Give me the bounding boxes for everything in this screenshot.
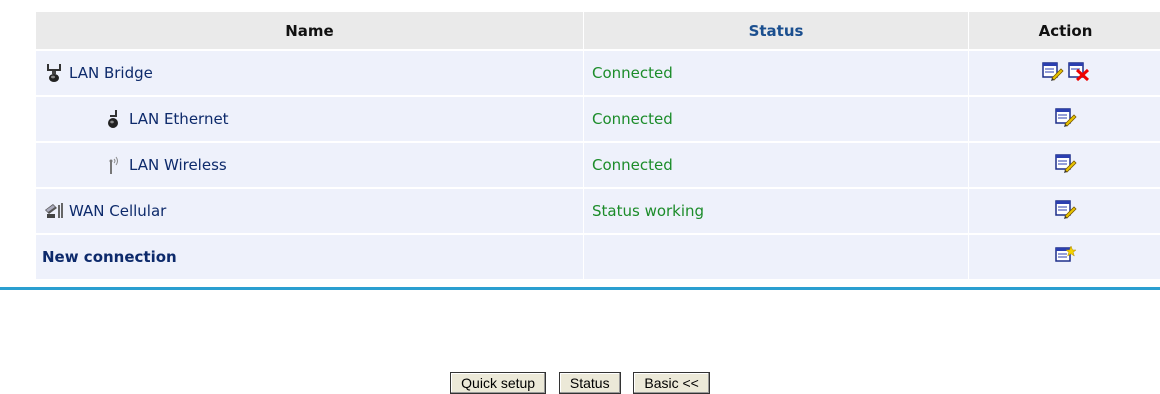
bridge-icon xyxy=(44,62,64,84)
ethernet-plug-icon xyxy=(104,108,124,130)
connection-name-cell: LAN Wireless xyxy=(36,154,583,176)
column-header-status: Status xyxy=(584,12,969,50)
status-text: Status working xyxy=(584,202,704,220)
wireless-antenna-icon xyxy=(104,154,124,176)
status-text: Connected xyxy=(584,110,673,128)
quick-setup-button[interactable]: Quick setup xyxy=(450,372,546,394)
status-button[interactable]: Status xyxy=(559,372,621,394)
edit-icon[interactable] xyxy=(1042,61,1064,85)
button-bar: Quick setup Status Basic << xyxy=(0,372,1160,394)
connections-table: Name Status Action xyxy=(36,12,1160,279)
link-lan-bridge[interactable]: LAN Bridge xyxy=(69,64,153,82)
divider-line xyxy=(0,287,1160,290)
column-header-action: Action xyxy=(969,12,1160,50)
table-row: New connection xyxy=(36,234,1160,279)
table-row: WAN Cellular Status working xyxy=(36,188,1160,234)
link-new-connection[interactable]: New connection xyxy=(36,248,177,266)
table-row: LAN Ethernet Connected xyxy=(36,96,1160,142)
cellular-modem-icon xyxy=(44,200,64,222)
connection-name-cell: LAN Ethernet xyxy=(36,108,583,130)
table-row: LAN Wireless Connected xyxy=(36,142,1160,188)
delete-icon[interactable] xyxy=(1068,61,1090,85)
edit-icon[interactable] xyxy=(1055,113,1077,131)
new-connection-icon[interactable] xyxy=(1055,251,1077,269)
connection-name-cell: LAN Bridge xyxy=(36,62,583,84)
edit-icon[interactable] xyxy=(1055,205,1077,223)
status-text: Connected xyxy=(584,64,673,82)
table-header-row: Name Status Action xyxy=(36,12,1160,50)
basic-button[interactable]: Basic << xyxy=(633,372,709,394)
status-text: Connected xyxy=(584,156,673,174)
connection-name-cell: WAN Cellular xyxy=(36,200,583,222)
link-wan-cellular[interactable]: WAN Cellular xyxy=(69,202,166,220)
edit-icon[interactable] xyxy=(1055,159,1077,177)
link-lan-wireless[interactable]: LAN Wireless xyxy=(129,156,227,174)
link-lan-ethernet[interactable]: LAN Ethernet xyxy=(129,110,229,128)
column-header-name: Name xyxy=(36,12,584,50)
table-row: LAN Bridge Connected xyxy=(36,50,1160,96)
